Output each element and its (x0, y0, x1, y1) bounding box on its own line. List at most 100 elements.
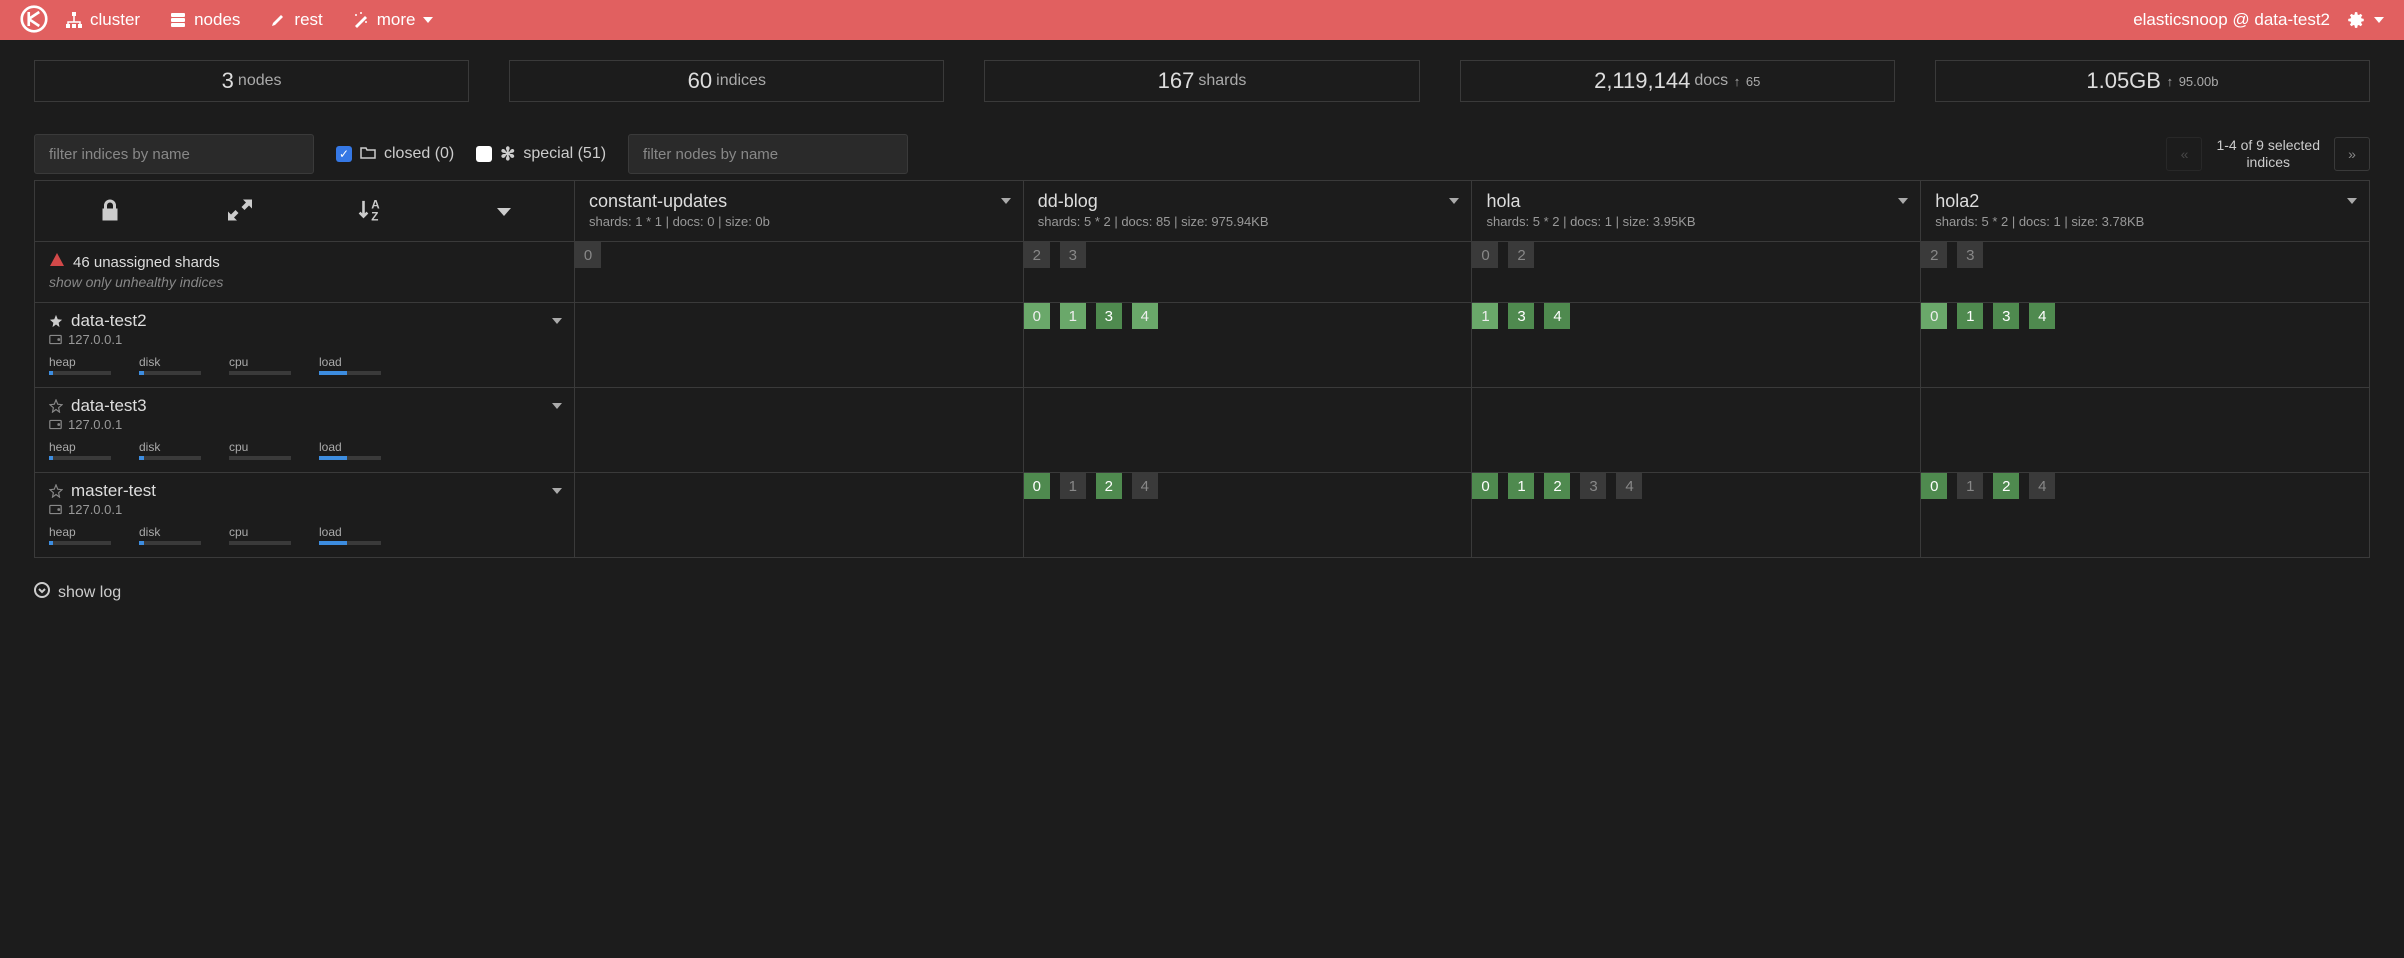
node-name: master-test (49, 481, 560, 501)
pager-next-button[interactable]: » (2334, 137, 2370, 171)
index-menu-button[interactable] (1890, 191, 1908, 207)
stat-nodes-label: nodes (238, 72, 282, 90)
special-checkbox[interactable]: ✻ special (51) (476, 144, 606, 165)
node-cell[interactable]: data-test3127.0.0.1heapdiskcpuload (35, 388, 574, 472)
stat-nodes-value: 3 (222, 68, 234, 94)
node-menu-button[interactable] (544, 311, 562, 327)
shard-box[interactable]: 0 (1921, 473, 1947, 499)
index-menu-button[interactable] (2339, 191, 2357, 207)
chevron-circle-down-icon (34, 582, 50, 603)
index-header[interactable]: constant-updatesshards: 1 * 1 | docs: 0 … (575, 181, 1023, 241)
unassigned-text[interactable]: 46 unassigned shards (49, 252, 560, 272)
node-stat-load: load (319, 355, 381, 375)
magic-icon (353, 12, 369, 28)
filter-nodes-input[interactable] (628, 134, 908, 174)
shard-box[interactable]: 1 (1060, 303, 1086, 329)
closed-checkbox[interactable]: closed (0) (336, 145, 454, 164)
index-meta: shards: 5 * 2 | docs: 1 | size: 3.78KB (1935, 214, 2355, 229)
node-cell[interactable]: data-test2127.0.0.1heapdiskcpuload (35, 303, 574, 387)
shard-box[interactable]: 0 (1472, 242, 1498, 268)
shard-box[interactable]: 3 (1508, 303, 1534, 329)
folder-icon (360, 145, 376, 164)
show-log-label: show log (58, 584, 121, 602)
index-name: hola2 (1935, 191, 2355, 212)
unhealthy-hint[interactable]: show only unhealthy indices (49, 274, 560, 290)
node-stats: heapdiskcpuload (49, 440, 560, 460)
node-stat-cpu: cpu (229, 525, 291, 545)
node-stat-cpu: cpu (229, 355, 291, 375)
shard-box[interactable]: 4 (1132, 473, 1158, 499)
stat-nodes[interactable]: 3 nodes (34, 60, 469, 102)
expand-icon[interactable] (228, 198, 252, 225)
node-name: data-test2 (49, 311, 560, 331)
shard-cell: 0134 (1023, 303, 1472, 388)
node-menu-button[interactable] (544, 481, 562, 497)
shard-box[interactable]: 0 (1024, 473, 1050, 499)
stat-size[interactable]: 1.05GB ↑ 95.00b (1935, 60, 2370, 102)
node-stat-heap: heap (49, 355, 111, 375)
shard-box[interactable]: 1 (1508, 473, 1534, 499)
shard-box[interactable]: 1 (1472, 303, 1498, 329)
shard-box[interactable]: 3 (1957, 242, 1983, 268)
shard-box[interactable]: 1 (1957, 303, 1983, 329)
nav-rest[interactable]: rest (270, 10, 322, 30)
grid-menu-button[interactable] (489, 203, 511, 219)
shard-box[interactable]: 2 (1544, 473, 1570, 499)
stat-size-value: 1.05GB (2086, 68, 2161, 94)
shard-box[interactable]: 3 (1096, 303, 1122, 329)
shard-box[interactable]: 2 (1921, 242, 1947, 268)
index-header[interactable]: holashards: 5 * 2 | docs: 1 | size: 3.95… (1472, 181, 1920, 241)
shard-box[interactable]: 3 (1993, 303, 2019, 329)
index-name: hola (1486, 191, 1906, 212)
sort-az-icon[interactable]: AZ (357, 197, 383, 226)
hdd-icon (49, 504, 62, 515)
asterisk-icon: ✻ (500, 144, 515, 165)
nav-cluster[interactable]: cluster (66, 10, 140, 30)
node-ip: 127.0.0.1 (49, 502, 560, 517)
shard-box[interactable]: 2 (1096, 473, 1122, 499)
node-stat-load: load (319, 440, 381, 460)
nav-nodes[interactable]: nodes (170, 10, 240, 30)
show-log-button[interactable]: show log (34, 582, 2370, 603)
checkbox-icon (476, 146, 492, 162)
shard-box[interactable]: 3 (1060, 242, 1086, 268)
hdd-icon (49, 419, 62, 430)
index-header[interactable]: dd-blogshards: 5 * 2 | docs: 85 | size: … (1024, 181, 1472, 241)
node-cell[interactable]: master-test127.0.0.1heapdiskcpuload (35, 473, 574, 557)
shard-box[interactable]: 1 (1957, 473, 1983, 499)
node-menu-button[interactable] (544, 396, 562, 412)
node-stat-heap: heap (49, 440, 111, 460)
shard-cell: 0124 (1921, 473, 2370, 558)
shard-box[interactable]: 2 (1508, 242, 1534, 268)
node-ip: 127.0.0.1 (49, 417, 560, 432)
node-stat-disk: disk (139, 355, 201, 375)
index-menu-button[interactable] (1441, 191, 1459, 207)
settings-button[interactable] (2348, 11, 2384, 29)
shard-box[interactable]: 4 (1544, 303, 1570, 329)
shard-box[interactable]: 4 (2029, 303, 2055, 329)
shard-box[interactable]: 4 (1132, 303, 1158, 329)
shard-box[interactable]: 2 (1993, 473, 2019, 499)
index-menu-button[interactable] (993, 191, 1011, 207)
database-icon (170, 12, 186, 28)
grid-header-row: AZ constant-updatesshards: 1 * 1 | docs:… (35, 181, 2370, 242)
brand-logo[interactable] (20, 5, 48, 36)
stat-shards[interactable]: 167 shards (984, 60, 1419, 102)
lock-icon[interactable] (98, 198, 122, 225)
node-row: master-test127.0.0.1heapdiskcpuload01240… (35, 473, 2370, 558)
index-header[interactable]: hola2 shards: 5 * 2 | docs: 1 | size: 3.7… (1921, 181, 2369, 241)
shard-box[interactable]: 4 (1616, 473, 1642, 499)
shard-box[interactable]: 2 (1024, 242, 1050, 268)
shard-box[interactable]: 0 (575, 242, 601, 268)
filter-indices-input[interactable] (34, 134, 314, 174)
shard-box[interactable]: 3 (1580, 473, 1606, 499)
nav-more[interactable]: more (353, 10, 434, 30)
shard-box[interactable]: 1 (1060, 473, 1086, 499)
pager-prev-button[interactable]: « (2166, 137, 2202, 171)
shard-box[interactable]: 0 (1921, 303, 1947, 329)
stat-indices[interactable]: 60 indices (509, 60, 944, 102)
shard-box[interactable]: 0 (1472, 473, 1498, 499)
stat-docs[interactable]: 2,119,144 docs ↑ 65 (1460, 60, 1895, 102)
shard-box[interactable]: 4 (2029, 473, 2055, 499)
shard-box[interactable]: 0 (1024, 303, 1050, 329)
